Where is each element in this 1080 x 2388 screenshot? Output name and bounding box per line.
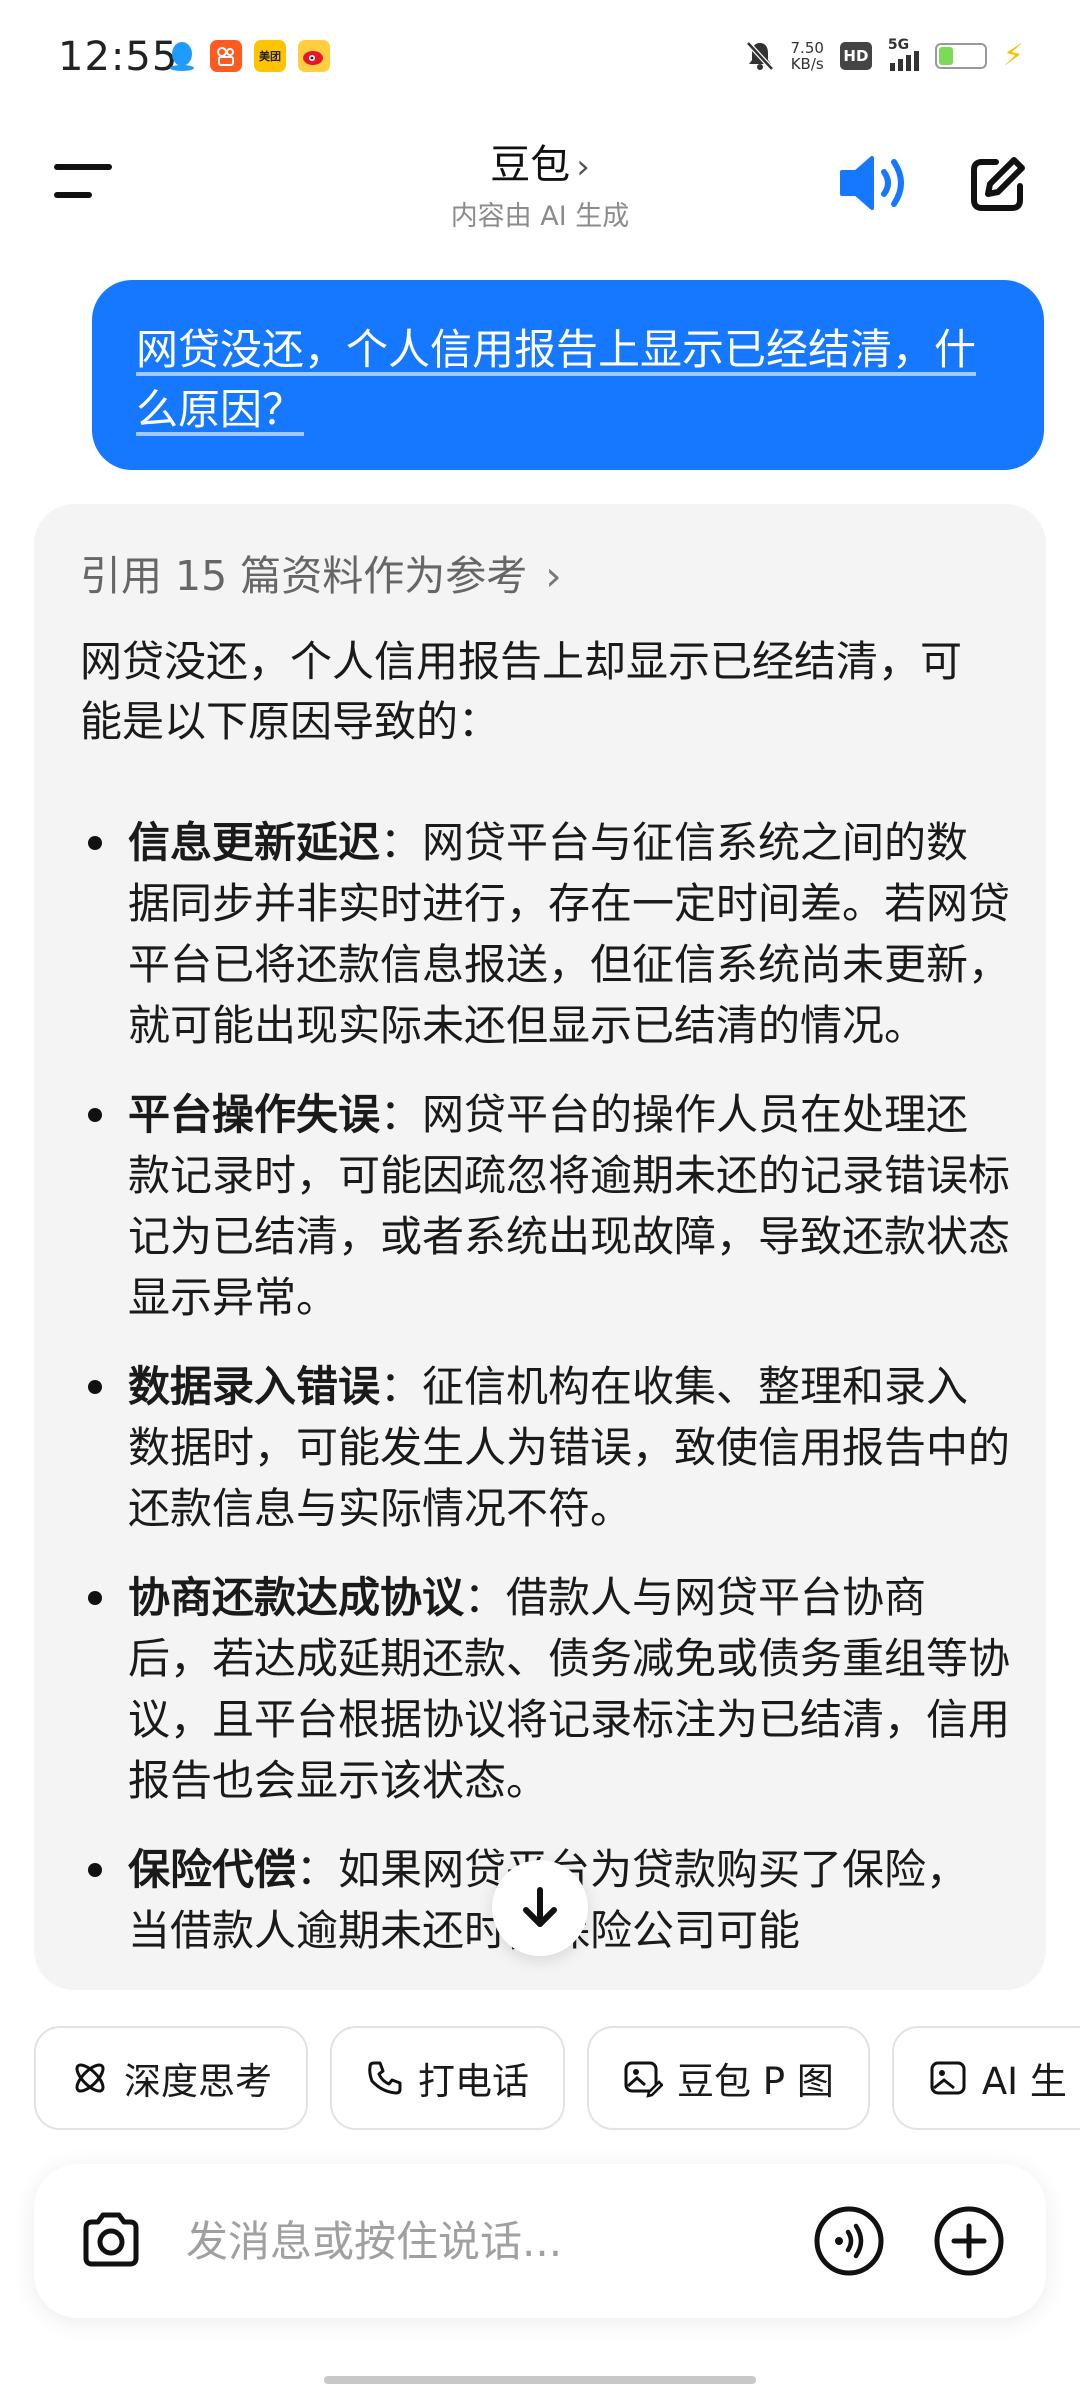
- network-type: 5G: [887, 36, 910, 53]
- charging-icon: ⚡: [1002, 38, 1024, 73]
- references-link[interactable]: 引用 15 篇资料作为参考 ›: [80, 542, 562, 602]
- bullet-icon: [88, 1380, 102, 1394]
- signal-icon: 5G: [888, 37, 919, 71]
- list-item-title: 信息更新延迟: [128, 818, 381, 867]
- message-input[interactable]: [186, 2204, 816, 2278]
- kuaishou-icon: [210, 40, 242, 72]
- list-item: 平台操作失误：网贷平台的操作人员在处理还款记录时，可能因疏忽将逾期未还的记录错误…: [80, 1084, 1010, 1328]
- list-item-title: 平台操作失误: [128, 1090, 381, 1139]
- image-edit-icon: [624, 2061, 663, 2098]
- ai-disclaimer: 内容由 AI 生成: [450, 201, 630, 232]
- chevron-right-icon: ›: [545, 552, 562, 600]
- edit-icon: [971, 157, 1025, 211]
- status-time: 12:55: [58, 34, 179, 80]
- speaker-icon: [840, 156, 904, 210]
- voice-wave-icon: [814, 2206, 884, 2276]
- bullet-icon: [88, 1591, 102, 1605]
- status-indicators: 7.50 KB/s HD 5G ⚡: [745, 37, 1024, 73]
- deep-think-chip[interactable]: 深度思考: [34, 2026, 308, 2130]
- net-speed: 7.50 KB/s: [790, 38, 824, 73]
- bullet-icon: [88, 1863, 102, 1877]
- image-icon: [930, 2061, 966, 2095]
- bot-title-button[interactable]: 豆包 › 内容由 AI 生成: [0, 132, 1080, 233]
- user-message-bubble[interactable]: 网贷没还，个人信用报告上显示已经结清，什么原因？: [92, 280, 1044, 470]
- list-item-title: 协商还款达成协议: [128, 1573, 465, 1622]
- assistant-answer-card: 引用 15 篇资料作为参考 › 网贷没还，个人信用报告上却显示已经结清，可能是以下…: [34, 504, 1046, 1990]
- status-bar: 12:55 美团 7.50 KB/s HD 5G ⚡: [0, 0, 1080, 118]
- bullet-icon: [88, 1108, 102, 1122]
- weibo-icon: [298, 40, 330, 72]
- plus-icon: [934, 2206, 1004, 2276]
- phone-icon: [368, 2061, 402, 2095]
- notification-icons: 美团: [166, 40, 330, 72]
- chevron-right-icon: ›: [576, 147, 590, 187]
- speaker-button[interactable]: [838, 150, 912, 216]
- camera-icon: [83, 2212, 139, 2267]
- app-header: 豆包 › 内容由 AI 生成: [0, 118, 1080, 248]
- answer-list: 信息更新延迟：网贷平台与征信系统之间的数据同步并非实时进行，存在一定时间差。若网…: [80, 812, 1010, 1989]
- new-chat-button[interactable]: [968, 154, 1028, 214]
- voice-call-button[interactable]: [812, 2204, 886, 2278]
- hd-badge: HD: [839, 41, 872, 70]
- ai-image-chip[interactable]: AI 生: [891, 2026, 1080, 2130]
- battery-icon: [934, 42, 987, 69]
- mute-bell-icon: [745, 40, 774, 71]
- list-item: 数据录入错误：征信机构在收集、整理和录入数据时，可能发生人为错误，致使信用报告中…: [80, 1356, 1010, 1539]
- home-indicator[interactable]: [324, 2376, 756, 2384]
- answer-intro: 网贷没还，个人信用报告上却显示已经结清，可能是以下原因导致的：: [80, 637, 963, 746]
- atom-icon: [75, 2063, 105, 2093]
- list-item: 信息更新延迟：网贷平台与征信系统之间的数据同步并非实时进行，存在一定时间差。若网…: [80, 812, 1010, 1056]
- qq-icon: [166, 40, 198, 72]
- message-composer: [34, 2164, 1046, 2318]
- page-title: 豆包: [490, 142, 571, 188]
- list-item: 协商还款达成协议：借款人与网贷平台协商后，若达成延期还款、债务减免或债务重组等协…: [80, 1567, 1010, 1811]
- camera-button[interactable]: [76, 2206, 146, 2276]
- arrow-down-icon: [523, 1887, 557, 1927]
- list-item-title: 数据录入错误: [128, 1362, 381, 1411]
- bullet-icon: [88, 836, 102, 850]
- add-attachment-button[interactable]: [932, 2204, 1006, 2278]
- user-message-text: 网贷没还，个人信用报告上显示已经结清，什么原因？: [136, 325, 977, 434]
- quick-actions: 深度思考 打电话 豆包 P 图 AI 生: [34, 2026, 1080, 2130]
- scroll-to-bottom-button[interactable]: [492, 1860, 588, 1956]
- image-edit-chip[interactable]: 豆包 P 图: [587, 2026, 870, 2130]
- phone-call-chip[interactable]: 打电话: [330, 2026, 565, 2130]
- meituan-icon: 美团: [254, 40, 286, 72]
- list-item-title: 保险代偿: [128, 1845, 297, 1894]
